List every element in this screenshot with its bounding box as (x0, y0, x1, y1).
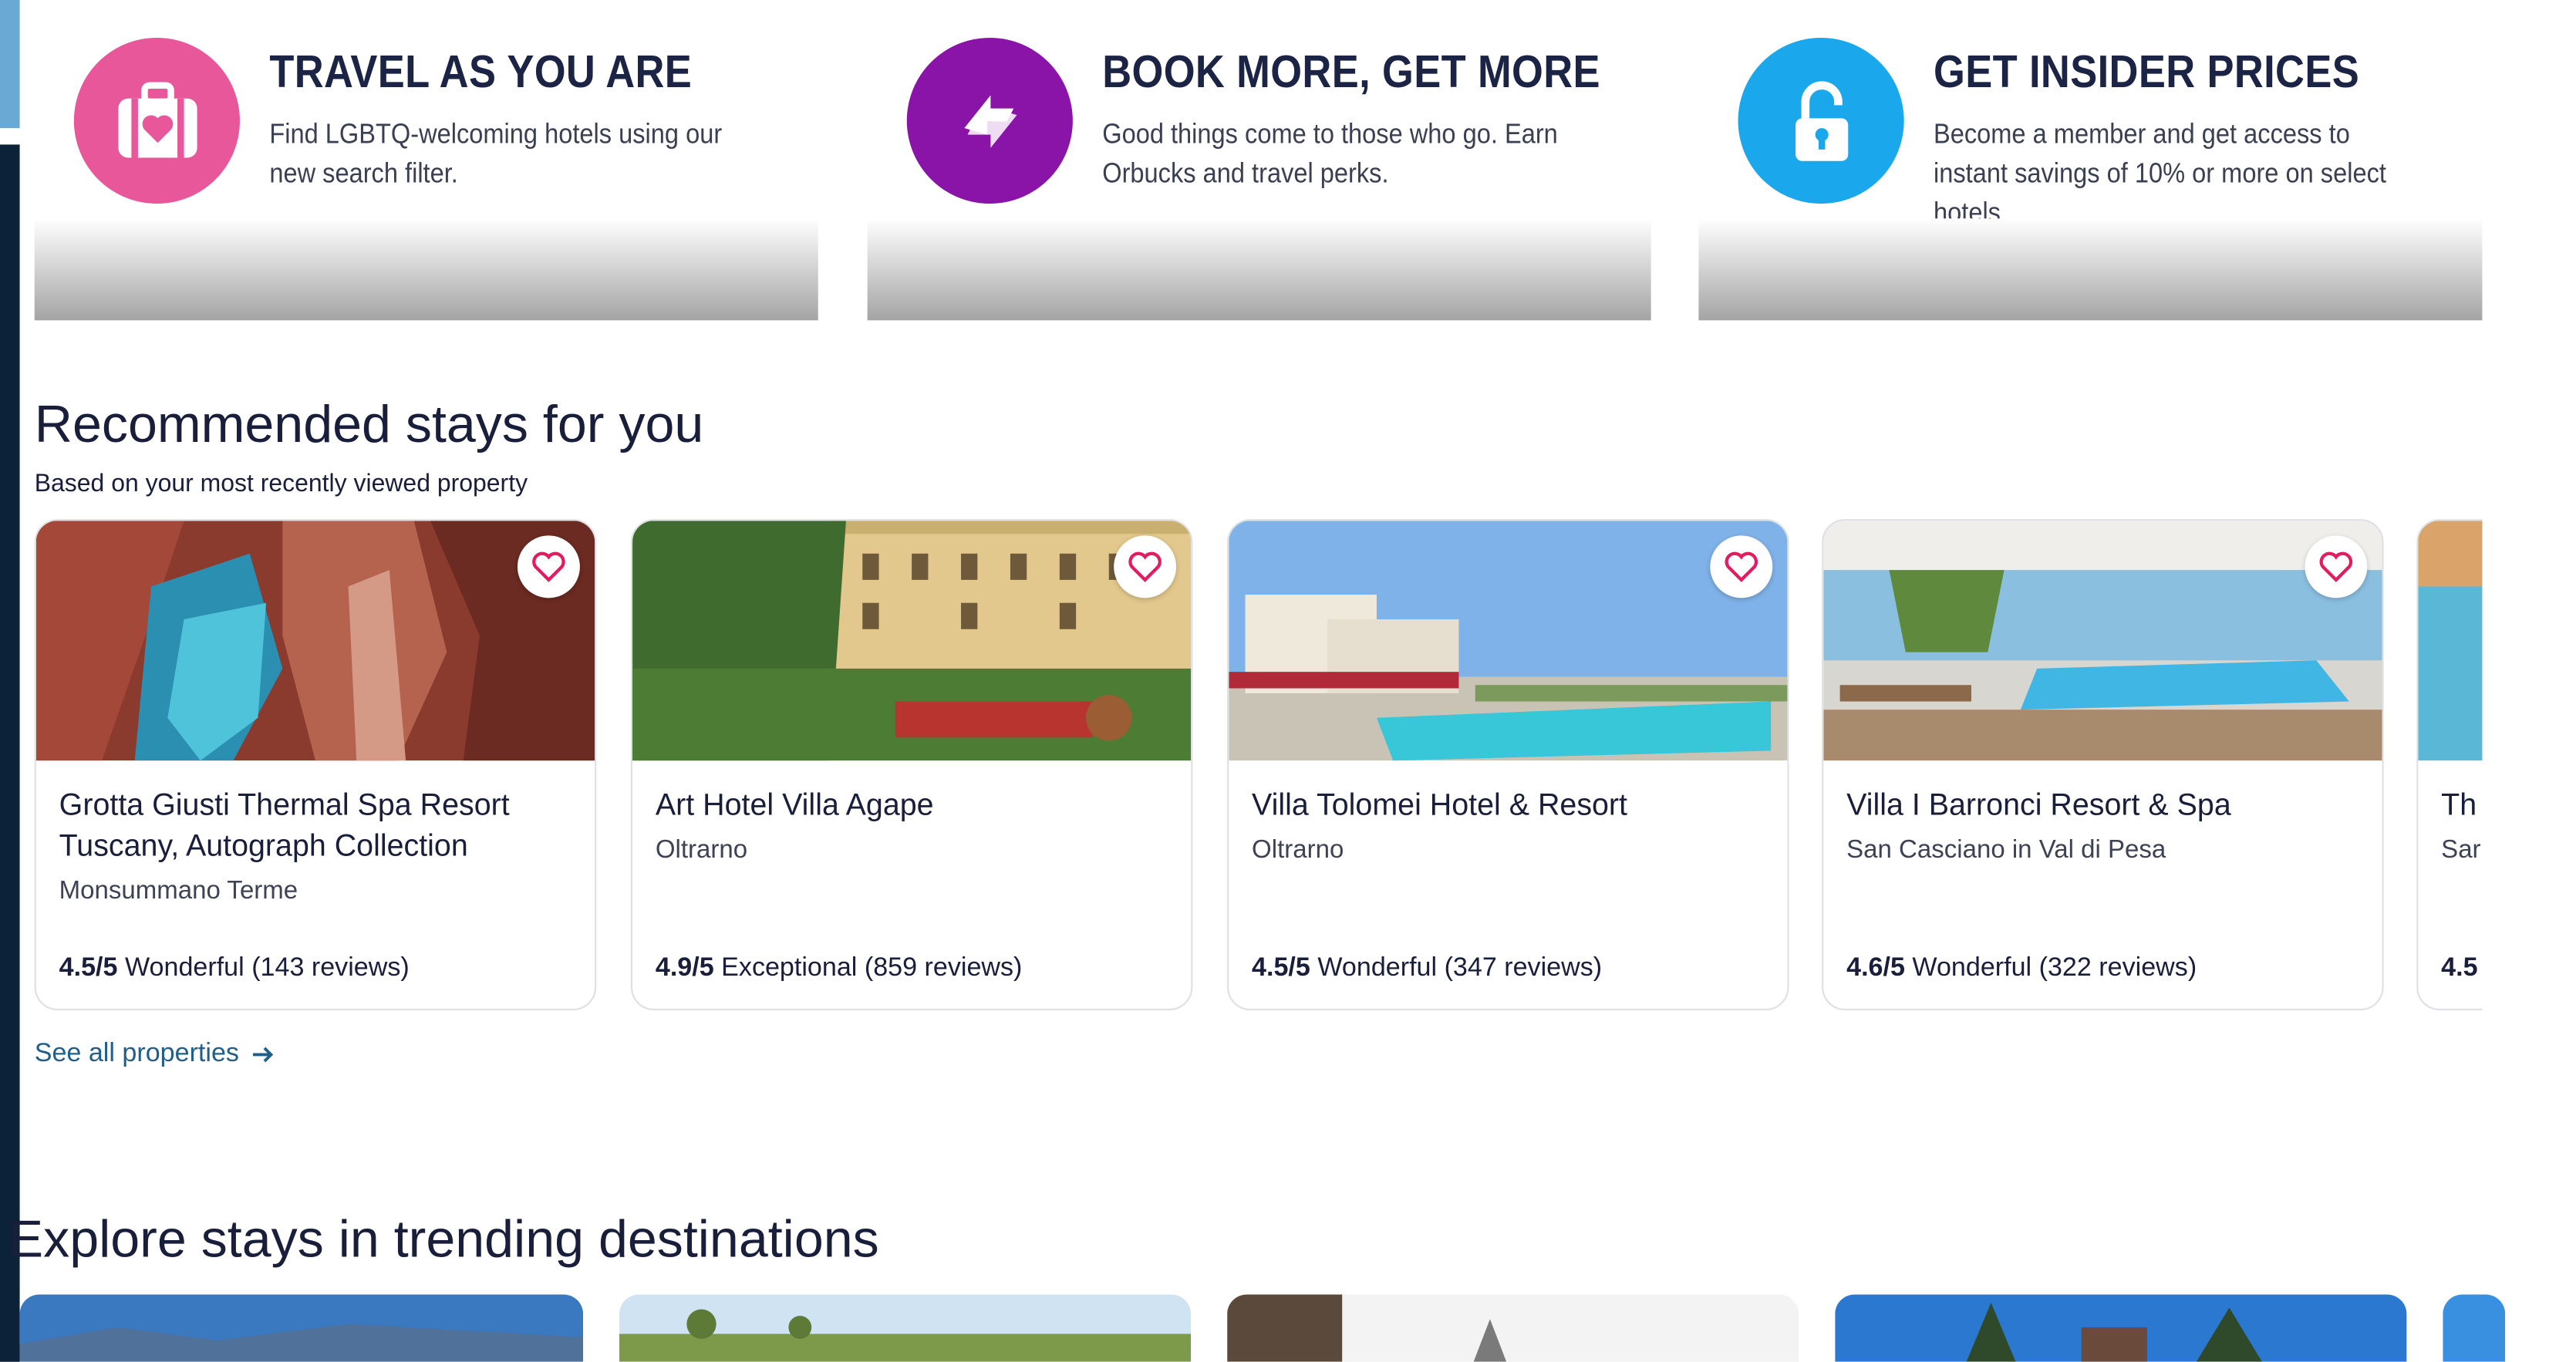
promo-description: Good things come to those who go. Earn O… (1102, 118, 1558, 189)
recommended-subtitle: Based on your most recently viewed prope… (34, 470, 528, 498)
property-name[interactable]: Grotta Giusti Thermal Spa Resort Tuscany… (59, 784, 568, 865)
page-viewport: TRAVEL AS YOU ARE Find LGBTQ-welcoming h… (0, 0, 2576, 1362)
property-location: Oltrarno (655, 836, 748, 865)
property-rating: 4.6/5 Wonderful (322 reviews) (1846, 955, 2197, 984)
destination-photo (19, 1294, 584, 1362)
property-name[interactable]: Th (2441, 784, 2482, 824)
destination-photo (1835, 1294, 2407, 1362)
property-photo (632, 521, 1192, 761)
property-rating: 4.5/5 Wonderful (347 reviews) (1252, 955, 1602, 984)
rating-reviews: (322 reviews) (2038, 954, 2197, 983)
promo-shade (867, 218, 1651, 321)
rating-reviews: (859 reviews) (864, 954, 1023, 983)
property-rating: 4.5/5 Wonderful (143 reviews) (59, 955, 410, 984)
rating-label: Wonderful (1317, 954, 1438, 983)
edge-dark-bar (0, 144, 20, 1362)
destination-photo (2443, 1294, 2506, 1362)
rating-label: Wonderful (124, 954, 244, 983)
promo-description: Find LGBTQ-welcoming hotels using our ne… (269, 118, 723, 189)
property-photo (1823, 521, 2382, 761)
promo-description: Become a member and get access to instan… (1934, 118, 2386, 229)
promo-book-more[interactable]: BOOK MORE, GET MORE Good things come to … (867, 0, 1651, 321)
see-all-properties-link[interactable]: See all properties (35, 1040, 275, 1069)
property-card[interactable]: Villa Tolomei Hotel & Resort Oltrarno 4.… (1227, 519, 1789, 1010)
edge-accent-bar (0, 0, 20, 129)
rating-score: 4.6/5 (1846, 954, 1905, 983)
arrow-right-icon (251, 1047, 273, 1063)
property-card-clip: Th Sar 4.5 (2416, 519, 2483, 1010)
property-photo (35, 521, 595, 761)
rating-label: Wonderful (1912, 954, 2032, 983)
destination-photo (619, 1294, 1192, 1362)
property-card[interactable]: Grotta Giusti Thermal Spa Resort Tuscany… (34, 519, 597, 1010)
property-card[interactable]: Villa I Barronci Resort & Spa San Cascia… (1822, 519, 2384, 1010)
property-location: Monsummano Terme (59, 877, 298, 905)
property-location: San Casciano in Val di Pesa (1846, 836, 2166, 865)
rating-score: 4.5 (2441, 954, 2478, 983)
property-card[interactable]: Art Hotel Villa Agape Oltrarno 4.9/5 Exc… (630, 519, 1193, 1010)
see-all-label: See all properties (34, 1040, 239, 1068)
rating-score: 4.5/5 (59, 954, 118, 983)
destination-card[interactable] (1835, 1294, 2407, 1362)
promo-title: BOOK MORE, GET MORE (1102, 46, 1600, 97)
destination-card[interactable] (2443, 1294, 2506, 1362)
destination-card[interactable] (619, 1294, 1192, 1362)
rating-score: 4.5/5 (1252, 954, 1310, 983)
property-name[interactable]: Villa Tolomei Hotel & Resort (1252, 784, 1761, 824)
property-photo (2418, 521, 2483, 761)
property-location: Sar (2441, 836, 2481, 865)
heart-icon[interactable] (2305, 535, 2368, 598)
heart-icon[interactable] (1114, 535, 1177, 598)
rating-reviews: (143 reviews) (251, 954, 410, 983)
property-location: Oltrarno (1252, 836, 1344, 865)
unlock-icon (1738, 37, 1904, 204)
rating-score: 4.9/5 (655, 954, 714, 983)
property-rating: 4.9/5 Exceptional (859 reviews) (656, 955, 1023, 984)
suitcase-heart-icon (73, 37, 240, 204)
rating-label: Exceptional (721, 954, 858, 983)
recommended-heading: Recommended stays for you (34, 394, 704, 453)
promo-insider-prices[interactable]: GET INSIDER PRICES Become a member and g… (1698, 0, 2483, 321)
destination-card[interactable] (19, 1294, 584, 1362)
property-card[interactable]: Th Sar 4.5 (2416, 519, 2483, 1010)
trending-heading: Explore stays in trending destinations (8, 1209, 879, 1269)
destination-photo (1227, 1294, 1799, 1362)
property-rating: 4.5 (2441, 955, 2477, 984)
property-name[interactable]: Villa I Barronci Resort & Spa (1846, 784, 2355, 824)
heart-icon[interactable] (517, 535, 580, 598)
promo-travel-as-you-are[interactable]: TRAVEL AS YOU ARE Find LGBTQ-welcoming h… (34, 0, 818, 321)
promo-title: GET INSIDER PRICES (1934, 46, 2360, 97)
destination-card[interactable] (1227, 1294, 1799, 1362)
exchange-arrows-icon (906, 37, 1073, 204)
heart-icon[interactable] (1710, 535, 1773, 598)
property-name[interactable]: Art Hotel Villa Agape (656, 784, 1165, 824)
property-photo (1229, 521, 1788, 761)
promo-shade (1698, 218, 2483, 321)
promo-shade (34, 218, 818, 321)
promo-title: TRAVEL AS YOU ARE (269, 46, 693, 97)
rating-reviews: (347 reviews) (1444, 954, 1603, 983)
